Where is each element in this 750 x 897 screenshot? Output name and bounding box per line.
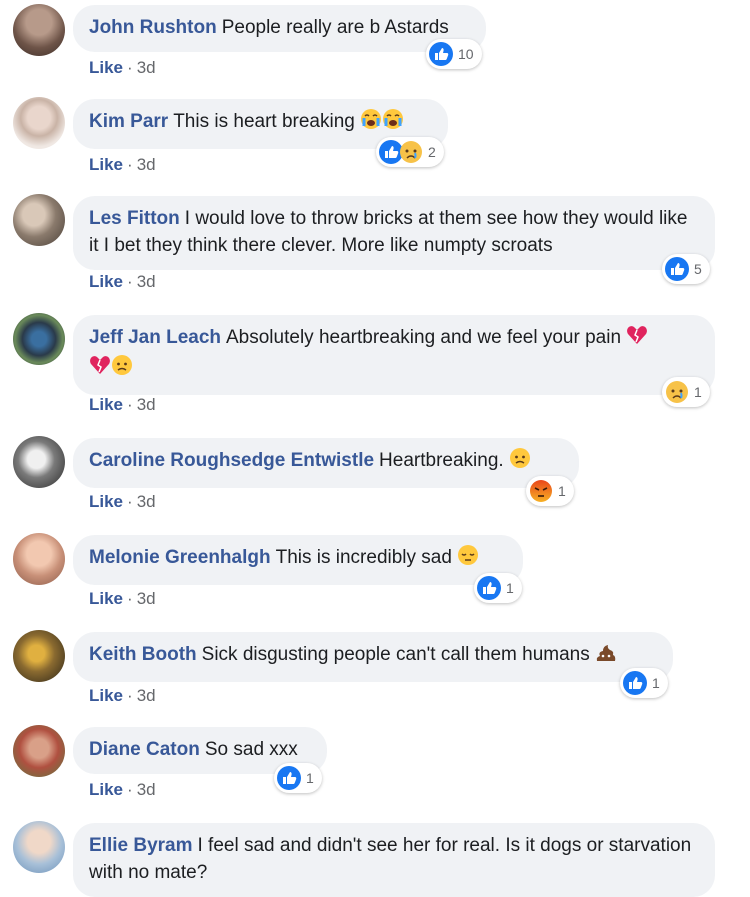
- separator: ·: [127, 780, 133, 799]
- timestamp[interactable]: 3d: [137, 58, 156, 77]
- like-link[interactable]: Like: [89, 492, 123, 511]
- comment-author[interactable]: Ellie Byram: [89, 835, 193, 856]
- avatar[interactable]: [13, 436, 65, 488]
- reaction-count: 1: [694, 384, 702, 400]
- crying-face-icon: [382, 108, 404, 138]
- like-icon: [665, 257, 689, 281]
- avatar[interactable]: [13, 533, 65, 585]
- reaction-count: 2: [428, 144, 436, 160]
- comment-author[interactable]: Kim Parr: [89, 111, 168, 132]
- reaction-count: 10: [458, 46, 474, 62]
- comment-text: This is incredibly sad: [275, 547, 452, 568]
- like-link[interactable]: Like: [89, 395, 123, 414]
- comment-text: This is heart breaking: [173, 111, 355, 132]
- like-icon: [477, 576, 501, 600]
- separator: ·: [127, 58, 133, 77]
- comment-author[interactable]: Melonie Greenhalgh: [89, 547, 271, 568]
- like-link[interactable]: Like: [89, 155, 123, 174]
- comment-text: Heartbreaking.: [379, 450, 504, 471]
- comment-bubble: John Rushton People really are b Astards: [73, 5, 486, 52]
- sad-face-icon: [509, 447, 531, 477]
- reaction-count: 5: [694, 261, 702, 277]
- reaction-summary[interactable]: 1: [620, 668, 668, 698]
- comment-meta: Like · 3d: [89, 58, 156, 78]
- timestamp[interactable]: 3d: [137, 780, 156, 799]
- comment-meta: Like · 3d: [89, 272, 156, 292]
- comment-meta: Like · 3d: [89, 155, 156, 175]
- timestamp[interactable]: 3d: [137, 492, 156, 511]
- reaction-summary[interactable]: 2: [376, 137, 444, 167]
- comment-meta: Like · 3d: [89, 395, 156, 415]
- timestamp[interactable]: 3d: [137, 272, 156, 291]
- reaction-count: 1: [558, 483, 566, 499]
- separator: ·: [127, 395, 133, 414]
- broken-heart-icon: [89, 354, 111, 384]
- sad-face-icon: [399, 140, 423, 164]
- like-link[interactable]: Like: [89, 780, 123, 799]
- reaction-count: 1: [306, 770, 314, 786]
- reaction-summary[interactable]: 10: [426, 39, 482, 69]
- separator: ·: [127, 155, 133, 174]
- like-icon: [429, 42, 453, 66]
- avatar[interactable]: [13, 4, 65, 56]
- reaction-summary[interactable]: 5: [662, 254, 710, 284]
- comment-bubble: Jeff Jan Leach Absolutely heartbreaking a…: [73, 315, 715, 395]
- timestamp[interactable]: 3d: [137, 155, 156, 174]
- like-link[interactable]: Like: [89, 58, 123, 77]
- comment-text: People really are b Astards: [221, 17, 449, 38]
- avatar[interactable]: [13, 630, 65, 682]
- comment-meta: Like · 3d: [89, 492, 156, 512]
- avatar[interactable]: [13, 821, 65, 873]
- separator: ·: [127, 492, 133, 511]
- sad-face-icon: [665, 380, 689, 404]
- timestamp[interactable]: 3d: [137, 686, 156, 705]
- comment-bubble: Keith Booth Sick disgusting people can't …: [73, 632, 673, 682]
- comment-author[interactable]: John Rushton: [89, 17, 217, 38]
- like-icon: [623, 671, 647, 695]
- comment-author[interactable]: Keith Booth: [89, 644, 197, 665]
- like-icon: [277, 766, 301, 790]
- comment-author[interactable]: Jeff Jan Leach: [89, 327, 221, 348]
- avatar[interactable]: [13, 194, 65, 246]
- comment-meta: Like · 3d: [89, 780, 156, 800]
- reaction-summary[interactable]: 1: [662, 377, 710, 407]
- timestamp[interactable]: 3d: [137, 589, 156, 608]
- avatar[interactable]: [13, 97, 65, 149]
- comment-bubble: Ellie Byram I feel sad and didn't see her…: [73, 823, 715, 897]
- reaction-summary[interactable]: 1: [526, 476, 574, 506]
- crying-face-icon: [360, 108, 382, 138]
- comment-text: So sad xxx: [204, 739, 298, 760]
- like-link[interactable]: Like: [89, 589, 123, 608]
- pensive-face-icon: [457, 544, 479, 574]
- poop-icon: [595, 641, 617, 671]
- comment-author[interactable]: Diane Caton: [89, 739, 200, 760]
- sad-face-icon: [111, 354, 133, 384]
- comment-meta: Like · 3d: [89, 589, 156, 609]
- comment-author[interactable]: Caroline Roughsedge Entwistle: [89, 450, 374, 471]
- avatar[interactable]: [13, 725, 65, 777]
- reaction-summary[interactable]: 1: [474, 573, 522, 603]
- angry-face-icon: [529, 479, 553, 503]
- comment-text: Absolutely heartbreaking and we feel you…: [226, 327, 622, 348]
- reaction-count: 1: [506, 580, 514, 596]
- comment-meta: Like · 3d: [89, 686, 156, 706]
- reaction-count: 1: [652, 675, 660, 691]
- timestamp[interactable]: 3d: [137, 395, 156, 414]
- reaction-summary[interactable]: 1: [274, 763, 322, 793]
- separator: ·: [127, 686, 133, 705]
- like-link[interactable]: Like: [89, 272, 123, 291]
- comment-text: Sick disgusting people can't call them h…: [201, 644, 590, 665]
- comment-bubble: Melonie Greenhalgh This is incredibly sad: [73, 535, 523, 585]
- separator: ·: [127, 272, 133, 291]
- comment-bubble: Caroline Roughsedge Entwistle Heartbreaki…: [73, 438, 579, 488]
- avatar[interactable]: [13, 313, 65, 365]
- broken-heart-icon: [626, 324, 648, 354]
- comment-bubble: Les Fitton I would love to throw bricks a…: [73, 196, 715, 270]
- comment-author[interactable]: Les Fitton: [89, 208, 180, 229]
- separator: ·: [127, 589, 133, 608]
- like-link[interactable]: Like: [89, 686, 123, 705]
